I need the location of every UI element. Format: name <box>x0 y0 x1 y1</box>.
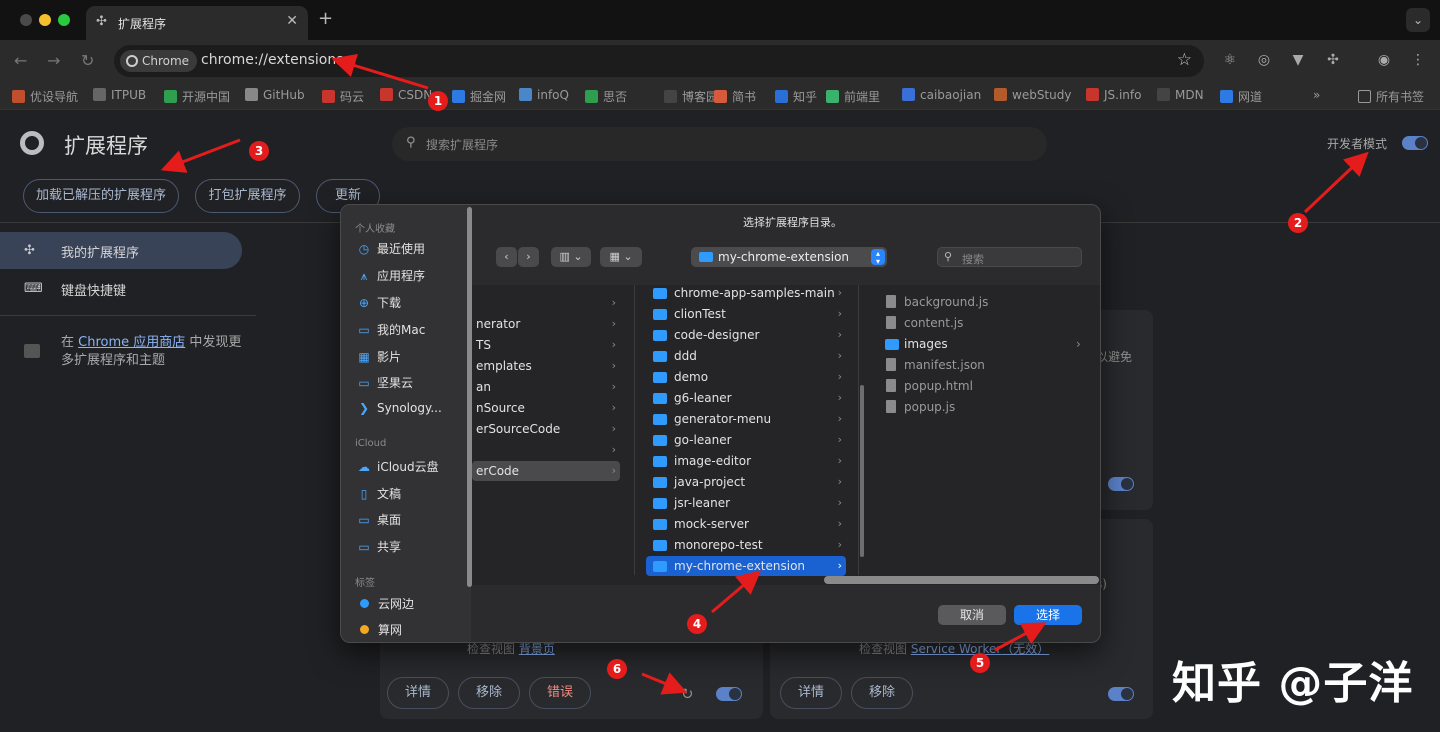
screenshot-root: ✣ 扩展程序 ✕ + ⌄ ← → ↻ Chrome chrome://exten… <box>0 0 1440 732</box>
arrow-3 <box>160 138 241 173</box>
annotation-badge-3: 3 <box>249 141 269 161</box>
arrow-1 <box>331 54 429 90</box>
annotation-badge-4: 4 <box>687 614 707 634</box>
arrow-2 <box>1303 151 1369 214</box>
arrow-5 <box>994 622 1047 652</box>
arrow-6 <box>641 672 688 695</box>
annotation-badge-5: 5 <box>970 653 990 673</box>
annotation-badge-1: 1 <box>428 91 448 111</box>
annotation-arrows <box>160 54 1369 695</box>
arrow-4 <box>711 570 762 614</box>
annotation-badge-2: 2 <box>1288 213 1308 233</box>
annotation-badge-6: 6 <box>607 659 627 679</box>
